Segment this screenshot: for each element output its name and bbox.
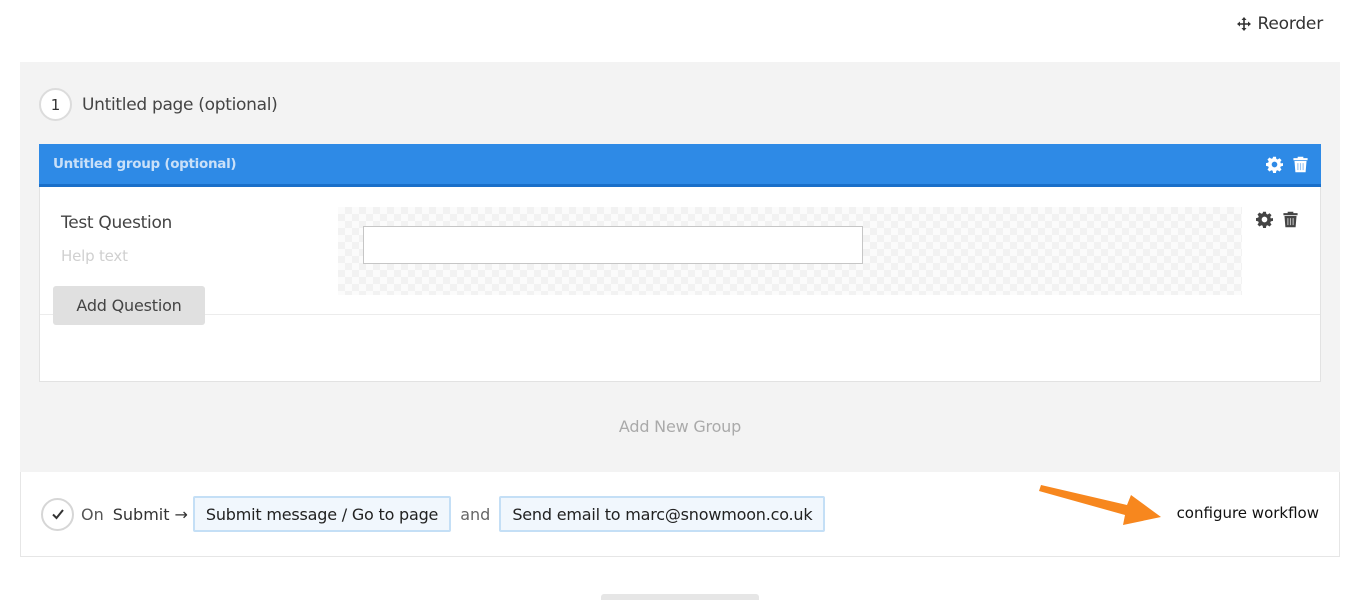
group-header: Untitled group (optional) [39,144,1321,187]
page-header: 1 Untitled page (optional) [39,88,278,121]
question-help-text: Help text [61,247,128,265]
question-label: Test Question [61,213,173,233]
right-arrow-icon: → [174,504,188,524]
question-group: Untitled group (optional) Test Question … [39,144,1321,382]
group-title[interactable]: Untitled group (optional) [53,156,237,172]
page-title[interactable]: Untitled page (optional) [82,95,278,115]
bottom-tab[interactable] [601,594,759,600]
workflow-on-label: On [81,504,104,524]
checkmark-icon [51,509,64,520]
add-new-group-button[interactable]: Add New Group [20,417,1340,436]
question-preview [338,207,1242,295]
annotation-arrow-icon [1039,485,1161,525]
add-question-button[interactable]: Add Question [53,286,205,325]
workflow-joiner: and [460,504,491,524]
reorder-label: Reorder [1257,14,1324,34]
trash-icon[interactable] [1282,211,1299,228]
workflow-check-badge [41,497,74,531]
gear-icon[interactable] [1256,211,1273,228]
move-arrows-icon [1236,17,1251,31]
workflow-action-send-email[interactable]: Send email to marc@snowmoon.co.uk [499,496,826,532]
configure-workflow-link[interactable]: configure workflow [1177,504,1319,522]
gear-icon[interactable] [1266,156,1283,173]
workflow-event-label: Submit [112,504,170,524]
question-text-input[interactable] [363,226,863,264]
page-number-badge: 1 [39,88,72,121]
reorder-button[interactable]: Reorder [1236,14,1323,34]
question-row[interactable]: Test Question Help text [40,187,1320,315]
workflow-action-submit-message[interactable]: Submit message / Go to page [192,496,452,532]
trash-icon[interactable] [1292,156,1309,173]
page-panel: 1 Untitled page (optional) Untitled grou… [20,62,1340,472]
